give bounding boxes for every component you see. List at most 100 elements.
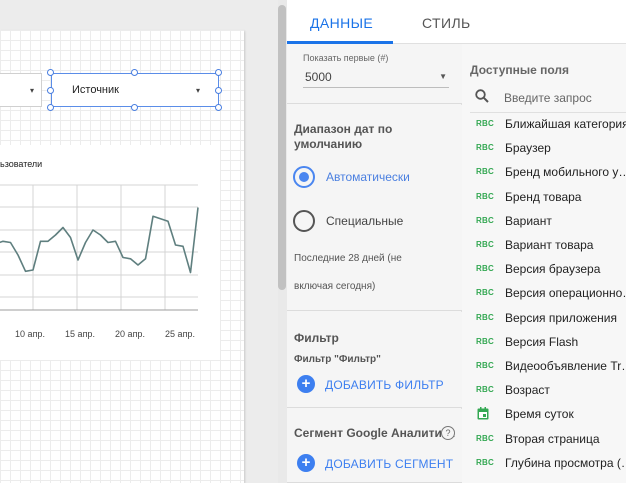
date-range-title-line2: умолчанию	[294, 137, 363, 151]
plus-icon: +	[297, 454, 315, 472]
field-type-badge: RBC	[476, 167, 494, 177]
radio-custom[interactable]	[293, 210, 315, 232]
field-type-badge: RBC	[476, 119, 494, 128]
field-type-badge: RBC	[476, 336, 494, 346]
radio-auto[interactable]	[293, 166, 315, 188]
field-name: Браузер	[505, 141, 551, 156]
radio-auto-label[interactable]: Автоматически	[326, 170, 410, 184]
search-icon	[475, 89, 489, 103]
field-type-badge: RBC	[476, 288, 494, 298]
field-name: Возраст	[505, 383, 550, 398]
field-name: Вторая страница	[505, 431, 600, 446]
canvas-scrollbar[interactable]	[278, 5, 286, 290]
panel-tabs: ДАННЫЕ СТИЛЬ	[287, 0, 626, 44]
resize-handle[interactable]	[215, 87, 222, 94]
add-segment-label: ДОБАВИТЬ СЕГМЕНТ	[325, 457, 454, 471]
available-fields-column: Доступные поля RBC Ближайшая категория (……	[462, 44, 626, 483]
field-name: Версия приложения	[505, 310, 617, 325]
resize-handle[interactable]	[215, 69, 222, 76]
field-type-badge: RBC	[476, 433, 494, 443]
field-name: Вариант товара	[505, 238, 594, 252]
filter-subtitle: Фильтр "Фильтр"	[294, 354, 381, 365]
x-tick-label: 10 апр.	[15, 329, 45, 339]
calendar-icon	[477, 407, 489, 423]
field-item[interactable]: RBC Видеообъявление Tr…	[462, 354, 626, 378]
field-item[interactable]: RBC Бренд мобильного у…	[462, 160, 626, 184]
field-name: Версия браузера	[505, 262, 601, 277]
properties-panel: ДАННЫЕ СТИЛЬ Показать первые (#) 5000 ▼ …	[287, 0, 626, 483]
x-tick-label: 15 апр.	[65, 329, 95, 339]
resize-handle[interactable]	[215, 104, 222, 111]
field-type-badge: RBC	[476, 240, 494, 249]
field-item[interactable]: RBC Вторая страница	[462, 427, 626, 451]
data-settings-column: Показать первые (#) 5000 ▼ Диапазон дат …	[287, 44, 462, 483]
date-range-section: Диапазон дат по умолчанию Автоматически …	[287, 105, 462, 311]
add-filter-label: ДОБАВИТЬ ФИЛЬТР	[325, 378, 444, 392]
field-name: Версия операционно…	[505, 286, 626, 301]
rows-select[interactable]: 5000 ▼	[303, 64, 449, 88]
field-item[interactable]: Время суток	[462, 402, 626, 426]
field-item[interactable]: RBC Возраст	[462, 378, 626, 402]
field-type-badge: RBC	[476, 215, 494, 225]
x-tick-label: 20 апр.	[115, 329, 145, 339]
date-range-note-line2: включая сегодня)	[294, 281, 376, 292]
filter-section: Фильтр Фильтр "Фильтр" + ДОБАВИТЬ ФИЛЬТР	[287, 312, 462, 408]
field-item[interactable]: RBC Версия Flash	[462, 330, 626, 354]
segment-section: Сегмент Google Аналитики ? + ДОБАВИТЬ СЕ…	[287, 409, 462, 483]
tab-data[interactable]: ДАННЫЕ	[310, 15, 373, 31]
field-item[interactable]: RBC Версия браузера	[462, 257, 626, 281]
resize-handle[interactable]	[47, 104, 54, 111]
series-line	[0, 207, 199, 274]
filter-dropdown-partial[interactable]: ▾	[0, 73, 42, 107]
resize-handle[interactable]	[47, 87, 54, 94]
fields-search-input[interactable]	[504, 88, 622, 108]
field-item[interactable]: RBC Браузер	[462, 136, 626, 160]
field-item[interactable]: RBC Вариант товара	[462, 233, 626, 257]
resize-handle[interactable]	[47, 69, 54, 76]
field-item[interactable]: RBC Глубина просмотра (…	[462, 451, 626, 475]
field-name: Вариант	[505, 213, 552, 228]
field-name: Глубина просмотра (…	[505, 455, 626, 470]
field-type-badge: RBC	[476, 457, 494, 467]
source-dropdown[interactable]: Источник ▾	[51, 73, 219, 107]
caret-down-icon: ▾	[195, 86, 200, 95]
date-range-title-line1: Диапазон дат по	[294, 122, 393, 136]
available-fields-title: Доступные поля	[470, 63, 570, 77]
rows-label: Показать первые (#)	[303, 53, 389, 63]
field-type-badge: RBC	[476, 191, 494, 201]
tab-style[interactable]: СТИЛЬ	[422, 15, 471, 31]
segment-title: Сегмент Google Аналитики	[294, 426, 456, 440]
help-icon[interactable]: ?	[441, 426, 455, 440]
resize-handle[interactable]	[131, 104, 138, 111]
field-name: Ближайшая категория (…	[505, 117, 626, 131]
field-name: Бренд товара	[505, 189, 582, 204]
report-canvas: ▾ Источник ▾ ьзователи 10 апр. 15 апр. 20 …	[0, 0, 278, 483]
date-range-note-line1: Последние 28 дней (не	[294, 253, 402, 264]
field-item[interactable]: RBC Версия приложения	[462, 306, 626, 330]
field-type-badge: RBC	[476, 264, 494, 274]
plus-icon: +	[297, 375, 315, 393]
field-type-badge: RBC	[476, 312, 494, 322]
field-name: Версия Flash	[505, 334, 579, 349]
field-type-badge: RBC	[476, 385, 494, 395]
field-item[interactable]: RBC Версия операционно…	[462, 281, 626, 305]
filter-title: Фильтр	[294, 331, 339, 345]
rows-select-value: 5000	[305, 70, 332, 84]
x-tick-label: 25 апр.	[165, 329, 195, 339]
caret-down-icon: ▾	[29, 86, 34, 95]
field-item[interactable]: RBC Бренд товара	[462, 185, 626, 209]
field-type-badge: RBC	[476, 361, 494, 370]
field-item[interactable]: RBC Ближайшая категория (…	[462, 112, 626, 136]
caret-down-icon: ▼	[439, 72, 447, 81]
field-name: Время суток	[505, 407, 574, 422]
field-item[interactable]: RBC Вариант	[462, 209, 626, 233]
chart-plot: 10 апр. 15 апр. 20 апр. 25 апр.	[0, 184, 199, 339]
field-name: Видеообъявление Tr…	[505, 359, 626, 373]
time-series-chart[interactable]: ьзователи 10 апр. 15 апр. 20 апр. 25 апр.	[0, 145, 220, 360]
rows-section: Показать первые (#) 5000 ▼	[287, 44, 462, 104]
field-name: Бренд мобильного у…	[505, 165, 626, 180]
radio-custom-label[interactable]: Специальные	[326, 214, 403, 228]
resize-handle[interactable]	[131, 69, 138, 76]
field-type-badge: RBC	[476, 143, 494, 153]
source-dropdown-label: Источник	[72, 84, 119, 96]
